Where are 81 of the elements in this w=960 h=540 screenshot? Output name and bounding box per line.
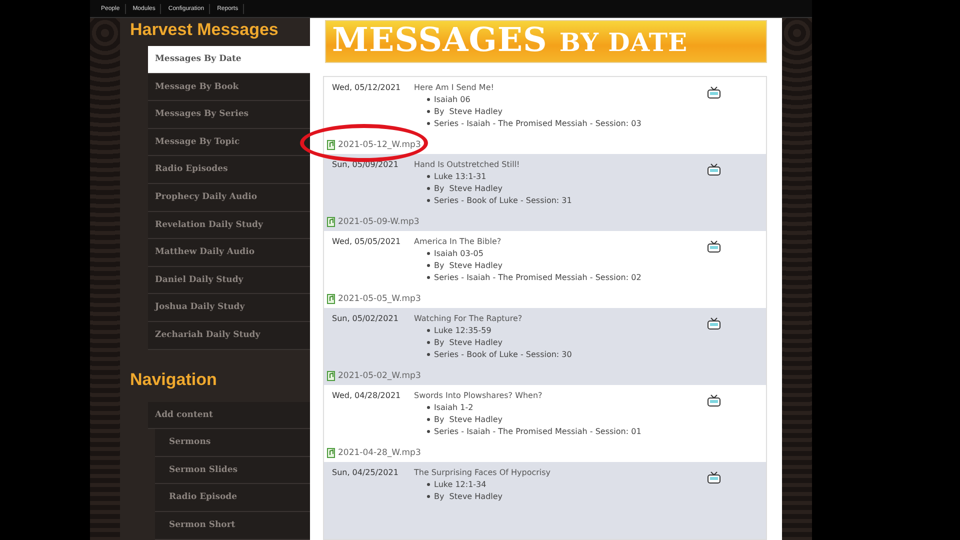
message-title-link[interactable]: Here Am I Send Me! xyxy=(414,83,494,92)
message-title-link[interactable]: Watching For The Rapture? xyxy=(414,314,522,323)
message-detail: Series - Isaiah - The Promised Messiah - Session: 03 xyxy=(434,119,642,128)
audio-file-link[interactable]: 2021-04-28_W.mp3 xyxy=(338,448,421,458)
message-detail: Isaiah 06 xyxy=(434,95,470,104)
message-date: Sun, 04/25/2021 xyxy=(332,468,400,477)
message-detail: By Steve Hadley xyxy=(434,338,503,347)
message-detail: Series - Book of Luke - Session: 31 xyxy=(434,196,572,205)
message-detail: Series - Book of Luke - Session: 30 xyxy=(434,350,572,359)
bullet-icon xyxy=(427,495,430,498)
message-title-link[interactable]: The Surprising Faces Of Hypocrisy xyxy=(414,468,551,477)
message-date: Wed, 05/12/2021 xyxy=(332,83,402,92)
bullet-icon xyxy=(427,110,430,113)
message-detail: Isaiah 03-05 xyxy=(434,249,484,258)
audio-file-icon xyxy=(327,217,335,227)
bullet-icon xyxy=(427,199,430,202)
sidebar-item[interactable]: Revelation Daily Study xyxy=(148,212,310,240)
sidebar-item[interactable]: Zechariah Daily Study xyxy=(148,322,310,350)
audio-file-icon xyxy=(327,371,335,381)
bullet-icon xyxy=(427,430,430,433)
sidebar-item[interactable]: Radio Episodes xyxy=(148,156,310,184)
bullet-icon xyxy=(427,252,430,255)
bullet-icon xyxy=(427,418,430,421)
bullet-icon xyxy=(427,329,430,332)
tv-icon[interactable] xyxy=(707,86,721,99)
message-detail: Series - Isaiah - The Promised Messiah - Session: 01 xyxy=(434,427,642,436)
navigation-item[interactable]: Radio Episode xyxy=(155,484,310,512)
audio-file-link[interactable]: 2021-05-12_W.mp3 xyxy=(338,140,421,150)
message-title-link[interactable]: Swords Into Plowshares? When? xyxy=(414,391,542,400)
tv-icon[interactable] xyxy=(707,163,721,176)
message-detail: Series - Isaiah - The Promised Messiah - Session: 02 xyxy=(434,273,642,282)
bullet-icon xyxy=(427,406,430,409)
message-date: Wed, 05/05/2021 xyxy=(332,237,402,246)
message-title-link[interactable]: America In The Bible? xyxy=(414,237,502,246)
message-detail: By Steve Hadley xyxy=(434,261,503,270)
bullet-icon xyxy=(427,341,430,344)
message-detail: Luke 13:1-31 xyxy=(434,172,486,181)
sidebar-item[interactable]: Joshua Daily Study xyxy=(148,294,310,322)
bullet-icon xyxy=(427,353,430,356)
audio-file-link[interactable]: 2021-05-02_W.mp3 xyxy=(338,371,421,381)
navigation-item[interactable]: Sermon Slides xyxy=(155,456,310,484)
tv-icon[interactable] xyxy=(707,240,721,253)
bullet-icon xyxy=(427,187,430,190)
bullet-icon xyxy=(427,276,430,279)
navigation-item[interactable]: Sermon Short xyxy=(155,512,310,540)
message-detail: Luke 12:1-34 xyxy=(434,480,486,489)
banner-title: MESSAGES BY DATE xyxy=(332,23,688,56)
tv-icon[interactable] xyxy=(707,471,721,484)
message-date: Wed, 04/28/2021 xyxy=(332,391,402,400)
bullet-icon xyxy=(427,483,430,486)
navigation-item[interactable]: Add content xyxy=(148,402,310,430)
navigation-item[interactable]: Sermons xyxy=(155,429,310,457)
audio-file-link[interactable]: 2021-05-09-W.mp3 xyxy=(338,217,420,227)
message-date: Sun, 05/09/2021 xyxy=(332,160,400,169)
sidebar-item[interactable]: Matthew Daily Audio xyxy=(148,239,310,267)
bullet-icon xyxy=(427,264,430,267)
message-detail: By Steve Hadley xyxy=(434,107,503,116)
sidebar-item[interactable]: Message By Book xyxy=(148,74,310,102)
tv-icon[interactable] xyxy=(707,394,721,407)
message-date: Sun, 05/02/2021 xyxy=(332,314,400,323)
message-detail: By Steve Hadley xyxy=(434,492,503,501)
message-detail: Luke 12:35-59 xyxy=(434,326,492,335)
message-title-link[interactable]: Hand Is Outstretched Still! xyxy=(414,160,520,169)
sidebar-item[interactable]: Messages By Series xyxy=(148,101,310,129)
message-detail: By Steve Hadley xyxy=(434,415,503,424)
message-detail: By Steve Hadley xyxy=(434,184,503,193)
sidebar-item[interactable]: Daniel Daily Study xyxy=(148,266,310,294)
audio-file-link[interactable]: 2021-05-05_W.mp3 xyxy=(338,294,421,304)
audio-file-icon xyxy=(327,448,335,458)
sidebar-item[interactable]: Messages By Date xyxy=(148,46,310,74)
sidebar-item[interactable]: Prophecy Daily Audio xyxy=(148,184,310,212)
audio-file-icon xyxy=(327,140,335,150)
audio-file-icon xyxy=(327,294,335,304)
navigation-title: Navigation xyxy=(129,368,218,391)
sidebar-item[interactable]: Message By Topic xyxy=(148,128,310,156)
bullet-icon xyxy=(427,98,430,101)
message-detail: Isaiah 1-2 xyxy=(434,403,474,412)
bullet-icon xyxy=(427,122,430,125)
sidebar-title: Harvest Messages xyxy=(129,19,280,41)
bullet-icon xyxy=(427,175,430,178)
tv-icon[interactable] xyxy=(707,317,721,330)
